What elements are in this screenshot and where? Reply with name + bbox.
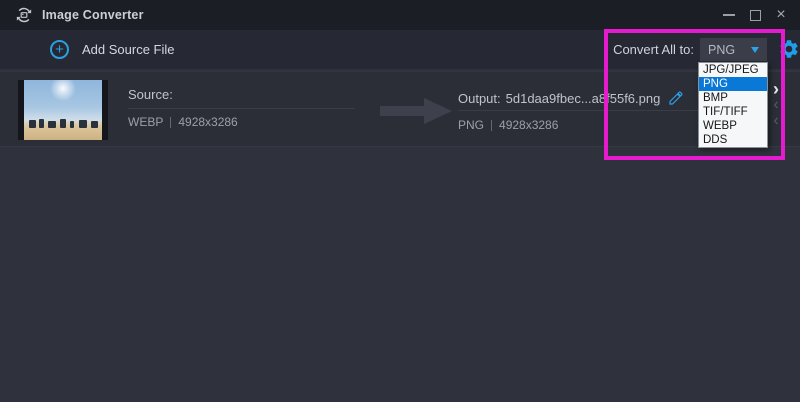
pipe-divider bbox=[491, 120, 492, 131]
source-format: WEBP bbox=[128, 115, 163, 129]
format-dropdown-list: JPG/JPEG PNG BMP TIF/TIFF WEBP DDS bbox=[698, 62, 768, 148]
format-select[interactable]: PNG bbox=[700, 38, 767, 61]
dropdown-option-bmp[interactable]: BMP bbox=[699, 91, 767, 105]
window-controls: × bbox=[716, 0, 794, 30]
source-meta: WEBP 4928x3286 bbox=[128, 115, 238, 129]
add-source-file-button[interactable]: + Add Source File bbox=[50, 30, 175, 69]
thumbnail-image bbox=[24, 80, 102, 140]
close-icon: × bbox=[776, 7, 785, 23]
output-format: PNG bbox=[458, 118, 484, 132]
output-dimensions: 4928x3286 bbox=[499, 118, 558, 132]
format-select-value: PNG bbox=[708, 43, 735, 57]
chevron-dim-icon[interactable]: ‹ bbox=[766, 98, 786, 112]
edit-pencil-icon[interactable] bbox=[668, 90, 684, 106]
conversion-arrow-icon bbox=[380, 98, 452, 124]
dropdown-option-dds[interactable]: DDS bbox=[699, 133, 767, 147]
convert-all-to-label: Convert All to: bbox=[613, 30, 694, 69]
window-title: Image Converter bbox=[42, 8, 144, 22]
source-dimensions: 4928x3286 bbox=[178, 115, 237, 129]
minimize-icon bbox=[723, 14, 735, 16]
source-divider bbox=[128, 108, 355, 109]
output-meta: PNG 4928x3286 bbox=[458, 118, 558, 132]
chevron-dim-icon[interactable]: ‹ bbox=[766, 114, 786, 128]
chevron-right-icon[interactable]: › bbox=[766, 82, 786, 96]
pipe-divider bbox=[170, 117, 171, 128]
chevron-down-icon bbox=[751, 47, 759, 53]
settings-gear-icon[interactable] bbox=[778, 38, 800, 60]
title-bar: Image Converter × bbox=[0, 0, 800, 30]
maximize-button[interactable] bbox=[742, 0, 768, 30]
toolbar: + Add Source File Convert All to: PNG bbox=[0, 30, 800, 69]
row-controls: › ‹ ‹ bbox=[766, 82, 786, 128]
dropdown-option-png[interactable]: PNG bbox=[699, 77, 767, 91]
dropdown-option-jpg-jpeg[interactable]: JPG/JPEG bbox=[699, 63, 767, 77]
dropdown-option-webp[interactable]: WEBP bbox=[699, 119, 767, 133]
output-filename: 5d1daa9fbec...a8f55f6.png bbox=[506, 91, 661, 106]
file-row: Source: WEBP 4928x3286 Output: 5d1daa9fb… bbox=[0, 71, 800, 147]
add-source-file-label: Add Source File bbox=[82, 42, 175, 57]
dropdown-option-tif-tiff[interactable]: TIF/TIFF bbox=[699, 105, 767, 119]
app-logo-convert-icon bbox=[14, 5, 34, 25]
close-button[interactable]: × bbox=[768, 0, 794, 30]
output-label: Output: bbox=[458, 91, 501, 106]
source-thumbnail bbox=[18, 80, 108, 140]
maximize-icon bbox=[750, 10, 761, 21]
minimize-button[interactable] bbox=[716, 0, 742, 30]
app-window: Image Converter × + Add Source File Conv… bbox=[0, 0, 800, 402]
source-label: Source: bbox=[128, 87, 173, 102]
output-row: Output: 5d1daa9fbec...a8f55f6.png bbox=[458, 90, 684, 106]
plus-circle-icon: + bbox=[50, 40, 69, 59]
